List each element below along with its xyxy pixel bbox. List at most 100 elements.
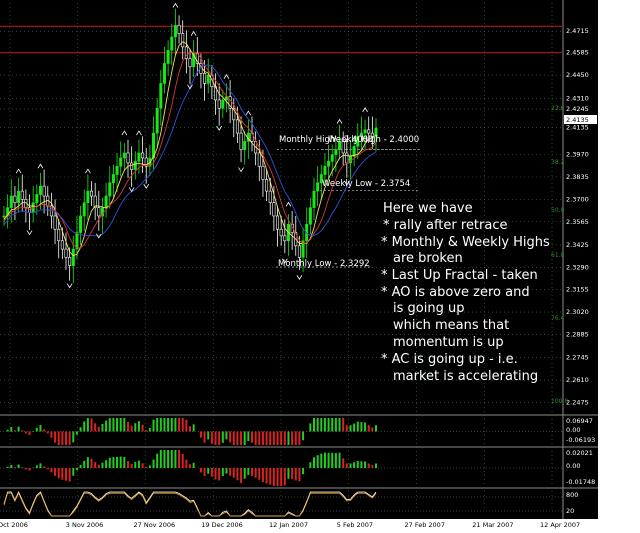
candle-body <box>111 174 115 184</box>
candle-body <box>203 73 207 84</box>
candle-body <box>363 129 367 134</box>
fib-label: 23.6 <box>551 105 565 112</box>
date-tick-label: 21 Mar 2007 <box>472 521 513 529</box>
candle-body <box>239 132 243 150</box>
candle-body <box>119 157 123 167</box>
candle-body <box>71 248 75 266</box>
candle-body <box>334 149 338 155</box>
candle-body <box>86 190 90 203</box>
annotation-line: * AO is above zero and <box>381 285 530 300</box>
candle-body <box>159 83 163 109</box>
date-tick-label: 19 Dec 2006 <box>201 521 243 529</box>
candle-body <box>38 185 42 195</box>
annotation-line: * rally after retrace <box>383 218 508 233</box>
indicator-tick-label: -0.01748 <box>566 478 595 486</box>
price-tick-label: 2.3700 <box>566 195 589 203</box>
date-tick-label: Oct 2006 <box>0 521 28 529</box>
candle-body <box>206 74 210 84</box>
candle-body <box>133 160 137 170</box>
candle-body <box>312 190 316 208</box>
annotation-line: which means that <box>393 318 509 333</box>
candle-body <box>221 99 225 109</box>
trading-chart[interactable]: 2.4715 2.4585 2.4450 2.4310 2.4245 2.4135 2.39… <box>0 0 640 533</box>
indicator-tick-label: -0.06193 <box>566 436 595 444</box>
candle-body <box>166 49 170 64</box>
price-tick-label: 2.3970 <box>566 151 589 159</box>
candle-body <box>155 107 159 134</box>
candle-body <box>13 195 17 203</box>
candle-body <box>316 182 320 192</box>
candle-body <box>367 129 371 134</box>
chart-canvas[interactable]: 2.4715 2.4585 2.4450 2.4310 2.4245 2.4135 2.39… <box>0 0 640 533</box>
fib-label: 61.8 <box>551 252 565 259</box>
indicator-tick-label: 0.00 <box>566 426 580 434</box>
candle-body <box>265 179 269 192</box>
candle-body <box>170 36 174 51</box>
candle-body <box>297 245 301 258</box>
candle-body <box>90 190 94 197</box>
annotation-line: * Monthly & Weekly Highs <box>381 235 550 250</box>
current-price-label: 2.4135 <box>566 116 589 124</box>
candle-body <box>261 165 265 180</box>
candle-body <box>217 99 221 109</box>
price-tick-label: 2.3425 <box>566 241 589 249</box>
price-tick-label: 2.3020 <box>566 308 589 316</box>
price-tick-label: 2.4135 <box>566 123 589 131</box>
candle-body <box>173 25 177 38</box>
indicator-tick-label: 0.02021 <box>566 449 593 457</box>
candle-body <box>20 190 24 200</box>
candle-body <box>308 207 312 225</box>
candle-body <box>330 154 334 162</box>
candle-body <box>177 25 181 34</box>
candle-body <box>268 190 272 203</box>
candle-body <box>323 165 327 175</box>
candle-body <box>82 202 86 217</box>
annotation-line: is going up <box>393 301 464 316</box>
fib-label: 38.2 <box>551 159 565 166</box>
price-tick-label: 2.4450 <box>566 71 589 79</box>
date-tick-label: 27 Nov 2006 <box>134 521 176 529</box>
fib-label: 76.4 <box>551 315 565 322</box>
date-tick-label: 5 Feb 2007 <box>337 521 373 529</box>
indicator-tick-label: 0.06947 <box>566 417 593 425</box>
level-label-monthly-low: Monthly Low - 2.3292 <box>278 259 370 269</box>
candle-body <box>327 160 331 167</box>
candle-body <box>272 202 276 217</box>
candle-body <box>243 141 247 150</box>
date-tick-label: 12 Jan 2007 <box>269 521 308 529</box>
annotation-title: Here we have <box>383 201 473 216</box>
price-tick-label: 2.4715 <box>566 27 589 35</box>
candle-body <box>126 152 130 164</box>
level-label-weekly-high: Weekly High - 2.4000 <box>328 135 419 145</box>
candle-body <box>2 215 6 218</box>
fib-label: 100.0 <box>551 398 568 405</box>
candle-body <box>188 58 192 68</box>
date-tick-label: 27 Feb 2007 <box>405 521 445 529</box>
candle-body <box>257 152 261 167</box>
candle-body <box>283 235 287 242</box>
annotation-line: momentum is up <box>393 335 504 350</box>
price-tick-label: 2.4585 <box>566 49 589 57</box>
annotation-line: market is accelerating <box>393 369 538 384</box>
candle-body <box>35 194 39 203</box>
price-tick-label: 2.3835 <box>566 173 589 181</box>
candle-body <box>141 152 145 159</box>
price-tick-label: 2.2610 <box>566 376 589 384</box>
candle-body <box>104 195 108 208</box>
price-tick-label: 2.2475 <box>566 398 589 406</box>
candle-body <box>279 228 283 237</box>
candle-body <box>17 190 21 203</box>
candle-body <box>235 119 239 134</box>
indicator-tick-label: 800 <box>566 491 578 499</box>
candle-body <box>108 182 112 197</box>
candle-body <box>276 215 280 230</box>
price-tick-label: 2.3565 <box>566 218 589 226</box>
date-tick-label: 12 Apr 2007 <box>540 521 580 529</box>
price-tick-label: 2.2745 <box>566 354 589 362</box>
indicator-tick-label: 20 <box>566 507 574 515</box>
candle-body <box>60 240 64 250</box>
price-tick-label: 2.4245 <box>566 105 589 113</box>
candle-body <box>181 33 185 48</box>
candle-body <box>53 215 57 230</box>
candle-body <box>64 248 68 258</box>
